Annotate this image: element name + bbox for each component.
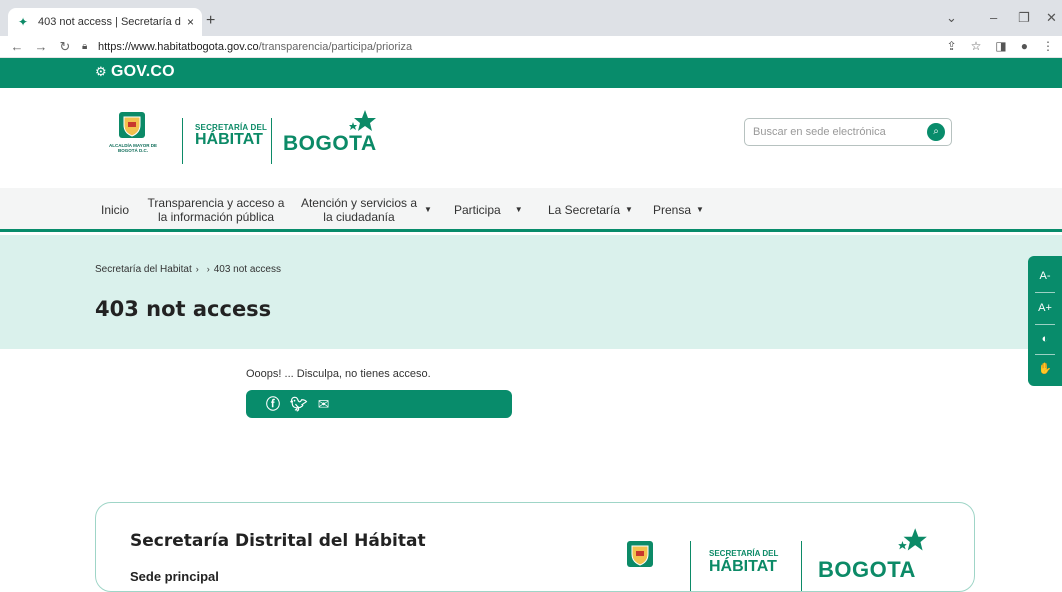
profile-avatar-icon[interactable]: ● (1021, 39, 1028, 53)
footer-card: Secretaría Distrital del Hábitat Sede pr… (95, 502, 975, 592)
restore-button[interactable]: ❐ (1018, 10, 1030, 26)
url-text: https://www.habitatbogota.gov.co/transpa… (98, 40, 413, 53)
tab-title: 403 not access | Secretaría del Há (38, 16, 181, 28)
main-nav: Inicio Transparencia y acceso a la infor… (0, 188, 1062, 232)
nav-item-participa[interactable]: Participa ▼ (454, 188, 523, 232)
chevron-down-icon: ▼ (625, 205, 633, 214)
search-icon[interactable]: ⌕ (927, 123, 945, 141)
site-header: ALCALDÍA MAYOR DE BOGOTÁ D.C. SECRETARÍA… (0, 88, 1062, 188)
bogota-shield-icon[interactable] (115, 110, 149, 140)
nav-item-atencion[interactable]: Atención y servicios a la ciudadanía ▼ (299, 188, 439, 232)
tab-search-icon[interactable]: ⌄ (946, 10, 957, 26)
minimize-button[interactable]: – (990, 10, 997, 25)
access-denied-message: Ooops! ... Disculpa, no tienes acceso. (246, 368, 431, 380)
email-icon[interactable]: ✉ (318, 396, 330, 413)
nav-item-transparencia[interactable]: Transparencia y acceso a la información … (146, 188, 286, 232)
bogota-shield-icon (627, 541, 653, 567)
back-arrow-icon[interactable]: ← (10, 39, 24, 54)
reload-icon[interactable]: ↻ (58, 39, 72, 55)
footer-title: Secretaría Distrital del Hábitat (130, 531, 426, 551)
logo-divider (182, 118, 183, 164)
page-title: 403 not access (95, 297, 272, 321)
share-bar: ⓕ 🐦︎ ✉ (246, 390, 512, 418)
contrast-icon[interactable]: ◐ (1028, 333, 1062, 345)
logo-divider (690, 541, 691, 591)
share-icon[interactable]: ⇪ (947, 39, 957, 53)
bookmark-star-icon[interactable]: ☆ (971, 39, 982, 53)
breadcrumb: Secretaría del Habitat › › 403 not access (95, 264, 281, 275)
nav-item-prensa[interactable]: Prensa ▼ (653, 188, 704, 232)
bogota-stars-icon (349, 110, 376, 131)
govco-mark-icon: ⚙ (95, 64, 107, 79)
search-input[interactable]: Buscar en sede electrónica (753, 126, 927, 138)
bogota-stars-icon (898, 528, 927, 551)
breadcrumb-separator-icon: › (206, 264, 210, 274)
toolbar-actions: ⇪ ☆ ◨ ● ⋮ (947, 39, 1054, 53)
page-hero: Secretaría del Habitat › › 403 not access 4… (0, 235, 1062, 349)
tab-close-icon[interactable]: × (187, 15, 194, 29)
nav-item-secretaria[interactable]: La Secretaría ▼ (548, 188, 633, 232)
sign-language-icon[interactable]: ✋ (1028, 362, 1062, 375)
new-tab-button[interactable]: + (206, 12, 215, 30)
chevron-down-icon: ▼ (424, 205, 432, 214)
panel-divider (1035, 324, 1055, 325)
logo-divider-2 (271, 118, 272, 164)
facebook-icon[interactable]: ⓕ (266, 394, 280, 414)
site-favicon-icon: ✦ (17, 15, 29, 29)
increase-font-button[interactable]: A+ (1028, 302, 1062, 314)
govco-logo[interactable]: ⚙ GOV.CO (95, 63, 175, 81)
side-panel-icon[interactable]: ◨ (995, 39, 1006, 53)
menu-kebab-icon[interactable]: ⋮ (1042, 39, 1054, 53)
chevron-down-icon: ▼ (696, 205, 704, 214)
browser-tab[interactable]: ✦ 403 not access | Secretaría del Há × (8, 8, 202, 36)
footer-secretaria-logo: SECRETARÍA DEL HÁBITAT (709, 549, 779, 575)
browser-tabstrip: ✦ 403 not access | Secretaría del Há × +… (0, 0, 1062, 36)
breadcrumb-home-link[interactable]: Secretaría del Habitat (95, 264, 192, 275)
close-window-button[interactable]: ✕ (1046, 10, 1057, 26)
footer-bogota-logo: BOGOTA (818, 557, 916, 582)
accessibility-panel: A- A+ ◐ ✋ (1028, 256, 1062, 386)
logo-divider-2 (801, 541, 802, 591)
browser-toolbar: ← → ↻ 🔒︎ https://www.habitatbogota.gov.c… (0, 36, 1062, 58)
address-bar[interactable]: 🔒︎ https://www.habitatbogota.gov.co/tran… (82, 37, 412, 57)
govco-bar: ⚙ GOV.CO (0, 58, 1062, 88)
decrease-font-button[interactable]: A- (1028, 270, 1062, 282)
chevron-down-icon: ▼ (514, 205, 523, 214)
panel-divider (1035, 354, 1055, 355)
alcaldia-label: ALCALDÍA MAYOR DE BOGOTÁ D.C. (109, 143, 157, 153)
panel-divider (1035, 292, 1055, 293)
secretaria-logo[interactable]: SECRETARÍA DEL HÁBITAT (195, 123, 267, 148)
lock-icon[interactable]: 🔒︎ (82, 41, 92, 52)
forward-arrow-icon[interactable]: → (34, 39, 48, 54)
search-box[interactable]: Buscar en sede electrónica ⌕ (744, 118, 952, 146)
twitter-icon[interactable]: 🐦︎ (290, 396, 308, 413)
breadcrumb-current: 403 not access (213, 264, 281, 275)
nav-item-inicio[interactable]: Inicio (101, 188, 129, 232)
breadcrumb-separator-icon: › (195, 264, 199, 274)
